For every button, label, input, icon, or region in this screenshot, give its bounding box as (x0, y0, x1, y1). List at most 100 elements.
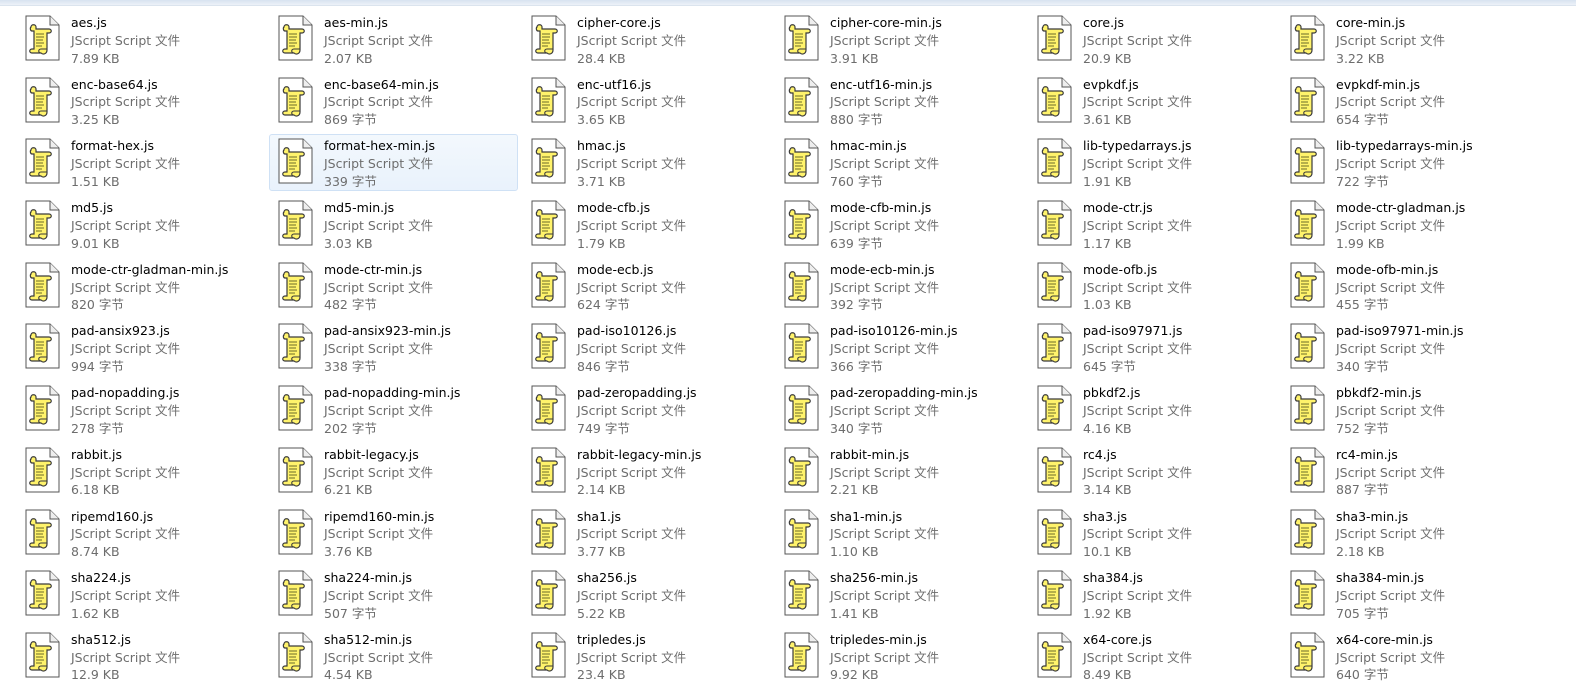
file-name: rabbit-legacy-min.js (577, 446, 702, 462)
file-tile[interactable]: sha384.js JScript Script 文件 1.92 KB (1028, 566, 1277, 623)
file-tile[interactable]: md5-min.js JScript Script 文件 3.03 KB (269, 196, 518, 253)
file-tile-text: tripledes-min.js JScript Script 文件 9.92 … (830, 631, 939, 684)
jscript-file-icon (278, 447, 313, 493)
file-tile[interactable]: enc-base64-min.js JScript Script 文件 869 … (269, 73, 518, 130)
file-tile[interactable]: mode-ofb-min.js JScript Script 文件 455 字节 (1281, 258, 1530, 315)
file-tile-text: pad-nopadding-min.js JScript Script 文件 2… (324, 384, 460, 437)
file-size: 202 字节 (324, 420, 377, 436)
file-tile[interactable]: evpkdf.js JScript Script 文件 3.61 KB (1028, 73, 1277, 130)
file-tile[interactable]: pad-iso10126.js JScript Script 文件 846 字节 (522, 319, 771, 376)
file-name: sha3.js (1083, 508, 1128, 524)
file-tile[interactable]: aes.js JScript Script 文件 7.89 KB (16, 11, 265, 68)
file-name: mode-ctr-gladman-min.js (71, 261, 229, 277)
file-tile-text: enc-base64.js JScript Script 文件 3.25 KB (71, 76, 180, 129)
file-tile[interactable]: pad-ansix923-min.js JScript Script 文件 33… (269, 319, 518, 376)
file-tile[interactable]: rc4.js JScript Script 文件 3.14 KB (1028, 443, 1277, 500)
file-tile[interactable]: sha256.js JScript Script 文件 5.22 KB (522, 566, 771, 623)
file-tile[interactable]: enc-base64.js JScript Script 文件 3.25 KB (16, 73, 265, 130)
file-tile[interactable]: sha256-min.js JScript Script 文件 1.41 KB (775, 566, 1024, 623)
file-tile[interactable]: sha3.js JScript Script 文件 10.1 KB (1028, 505, 1277, 562)
file-name: pad-iso97971-min.js (1336, 323, 1464, 339)
file-tile[interactable]: cipher-core.js JScript Script 文件 28.4 KB (522, 11, 771, 68)
file-name: pad-iso10126-min.js (830, 323, 958, 339)
file-tile[interactable]: evpkdf-min.js JScript Script 文件 654 字节 (1281, 73, 1530, 130)
file-tile[interactable]: rabbit.js JScript Script 文件 6.18 KB (16, 443, 265, 500)
jscript-file-icon (1037, 15, 1072, 61)
file-tile[interactable]: rc4-min.js JScript Script 文件 887 字节 (1281, 443, 1530, 500)
file-tile[interactable]: mode-ctr-gladman.js JScript Script 文件 1.… (1281, 196, 1530, 253)
file-tile[interactable]: pad-iso97971.js JScript Script 文件 645 字节 (1028, 319, 1277, 376)
file-tile[interactable]: mode-ctr-min.js JScript Script 文件 482 字节 (269, 258, 518, 315)
file-tile[interactable]: core.js JScript Script 文件 20.9 KB (1028, 11, 1277, 68)
file-tile[interactable]: hmac-min.js JScript Script 文件 760 字节 (775, 134, 1024, 191)
file-tile[interactable]: sha224-min.js JScript Script 文件 507 字节 (269, 566, 518, 623)
file-name: mode-cfb-min.js (830, 200, 932, 216)
jscript-file-icon (25, 200, 60, 246)
file-tile[interactable]: pbkdf2-min.js JScript Script 文件 752 字节 (1281, 381, 1530, 438)
file-tile[interactable]: enc-utf16.js JScript Script 文件 3.65 KB (522, 73, 771, 130)
file-tile[interactable]: pad-zeropadding.js JScript Script 文件 749… (522, 381, 771, 438)
file-tile[interactable]: lib-typedarrays.js JScript Script 文件 1.9… (1028, 134, 1277, 191)
file-name: mode-ecb-min.js (830, 261, 935, 277)
file-type: JScript Script 文件 (71, 402, 181, 418)
file-tile[interactable]: mode-ofb.js JScript Script 文件 1.03 KB (1028, 258, 1277, 315)
file-tile[interactable]: pad-nopadding-min.js JScript Script 文件 2… (269, 381, 518, 438)
file-tile[interactable]: sha384-min.js JScript Script 文件 705 字节 (1281, 566, 1530, 623)
file-size: 339 字节 (324, 173, 377, 189)
file-tile[interactable]: md5.js JScript Script 文件 9.01 KB (16, 196, 265, 253)
file-tile-text: enc-base64-min.js JScript Script 文件 869 … (324, 76, 439, 129)
file-tile[interactable]: sha1.js JScript Script 文件 3.77 KB (522, 505, 771, 562)
jscript-file-icon (278, 200, 313, 246)
file-tile[interactable]: sha512-min.js JScript Script 文件 4.54 KB (269, 628, 518, 685)
jscript-file-icon (784, 570, 819, 616)
file-tile[interactable]: format-hex.js JScript Script 文件 1.51 KB (16, 134, 265, 191)
jscript-file-icon (531, 138, 566, 184)
jscript-file-icon (25, 447, 60, 493)
jscript-file-icon (278, 509, 313, 554)
file-tile-text: md5-min.js JScript Script 文件 3.03 KB (324, 199, 433, 252)
file-tile[interactable]: pad-ansix923.js JScript Script 文件 994 字节 (16, 319, 265, 376)
file-tile[interactable]: mode-cfb-min.js JScript Script 文件 639 字节 (775, 196, 1024, 253)
file-tile[interactable]: x64-core.js JScript Script 文件 8.49 KB (1028, 628, 1277, 685)
file-type: JScript Script 文件 (577, 156, 687, 172)
file-tile[interactable]: tripledes.js JScript Script 文件 23.4 KB (522, 628, 771, 685)
file-tile[interactable]: mode-ecb-min.js JScript Script 文件 392 字节 (775, 258, 1024, 315)
file-name: core.js (1083, 15, 1125, 30)
file-tile[interactable]: sha224.js JScript Script 文件 1.62 KB (16, 566, 265, 623)
file-tile[interactable]: mode-cfb.js JScript Script 文件 1.79 KB (522, 196, 771, 253)
file-tile[interactable]: ripemd160.js JScript Script 文件 8.74 KB (16, 505, 265, 562)
file-tile[interactable]: x64-core-min.js JScript Script 文件 640 字节 (1281, 628, 1530, 685)
file-size: 722 字节 (1336, 173, 1389, 189)
file-tile[interactable]: mode-ctr.js JScript Script 文件 1.17 KB (1028, 196, 1277, 253)
file-tile[interactable]: pad-iso97971-min.js JScript Script 文件 34… (1281, 319, 1530, 376)
jscript-file-icon (25, 385, 60, 431)
file-name: pad-zeropadding.js (577, 385, 697, 401)
file-tile[interactable]: core-min.js JScript Script 文件 3.22 KB (1281, 11, 1530, 68)
jscript-file-icon (1037, 632, 1072, 678)
file-tile[interactable]: lib-typedarrays-min.js JScript Script 文件… (1281, 134, 1530, 191)
file-tile[interactable]: rabbit-min.js JScript Script 文件 2.21 KB (775, 443, 1024, 500)
jscript-file-icon (278, 77, 313, 123)
file-tile[interactable]: pad-nopadding.js JScript Script 文件 278 字… (16, 381, 265, 438)
file-tile[interactable]: hmac.js JScript Script 文件 3.71 KB (522, 134, 771, 191)
file-tile[interactable]: ripemd160-min.js JScript Script 文件 3.76 … (269, 505, 518, 562)
file-tile[interactable]: pad-zeropadding-min.js JScript Script 文件… (775, 381, 1024, 438)
file-tile-text: sha512-min.js JScript Script 文件 4.54 KB (324, 631, 433, 684)
file-tile[interactable]: mode-ecb.js JScript Script 文件 624 字节 (522, 258, 771, 315)
file-tile[interactable]: rabbit-legacy.js JScript Script 文件 6.21 … (269, 443, 518, 500)
file-tile[interactable]: sha1-min.js JScript Script 文件 1.10 KB (775, 505, 1024, 562)
file-tile[interactable]: enc-utf16-min.js JScript Script 文件 880 字… (775, 73, 1024, 130)
file-tile[interactable]: pad-iso10126-min.js JScript Script 文件 36… (775, 319, 1024, 376)
file-tile[interactable]: sha512.js JScript Script 文件 12.9 KB (16, 628, 265, 685)
file-tile[interactable]: sha3-min.js JScript Script 文件 2.18 KB (1281, 505, 1530, 562)
file-tile[interactable]: aes-min.js JScript Script 文件 2.07 KB (269, 11, 518, 68)
file-tile[interactable]: pbkdf2.js JScript Script 文件 4.16 KB (1028, 381, 1277, 438)
file-tile[interactable]: format-hex-min.js JScript Script 文件 339 … (269, 134, 518, 192)
file-type: JScript Script 文件 (71, 32, 181, 48)
file-tile[interactable]: cipher-core-min.js JScript Script 文件 3.9… (775, 11, 1024, 68)
file-tile[interactable]: rabbit-legacy-min.js JScript Script 文件 2… (522, 443, 771, 500)
file-tile[interactable]: tripledes-min.js JScript Script 文件 9.92 … (775, 628, 1024, 685)
jscript-file-icon (531, 447, 566, 493)
file-tile-text: lib-typedarrays-min.js JScript Script 文件… (1336, 137, 1473, 190)
file-tile[interactable]: mode-ctr-gladman-min.js JScript Script 文… (16, 258, 265, 315)
